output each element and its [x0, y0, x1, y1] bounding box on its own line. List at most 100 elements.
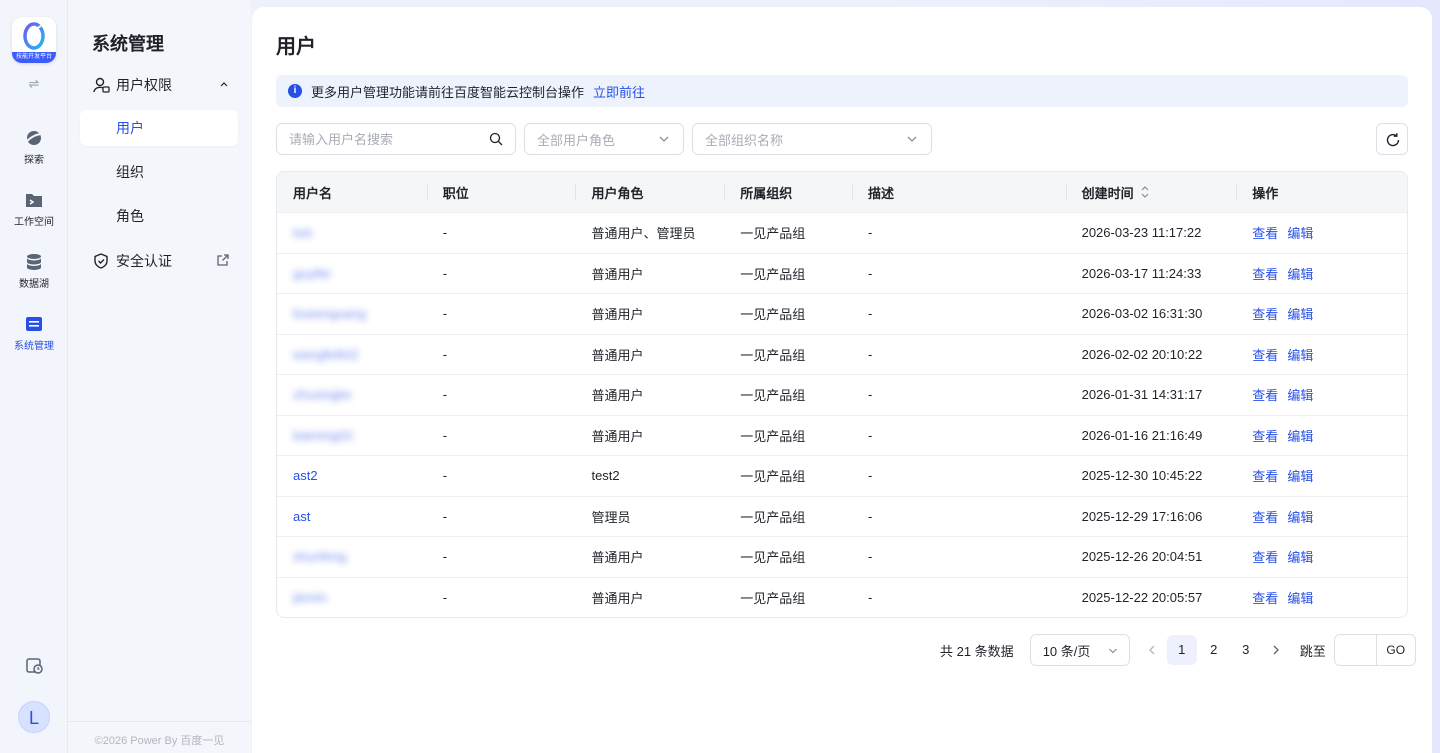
cell-position: - — [442, 427, 448, 443]
view-link[interactable]: 查看 — [1252, 588, 1278, 607]
notice-link[interactable]: 立即前往 — [593, 82, 645, 101]
history-icon[interactable] — [24, 655, 44, 675]
sort-icon[interactable] — [1140, 185, 1150, 199]
cell-username: liuwenguang — [277, 294, 427, 334]
edit-link[interactable]: 编辑 — [1287, 426, 1313, 445]
app-logo[interactable]: 技能开发平台 — [12, 17, 56, 63]
sidebar-group-user-permission[interactable]: 用户权限 — [80, 71, 238, 99]
cell-created: 2026-01-16 21:16:49 — [1081, 427, 1203, 443]
prev-page-button[interactable] — [1138, 635, 1166, 665]
edit-link[interactable]: 编辑 — [1287, 507, 1313, 526]
cell-desc: - — [867, 468, 873, 484]
view-link[interactable]: 查看 — [1252, 426, 1278, 445]
rail-item-datalake[interactable]: 数据湖 — [0, 252, 68, 290]
chevron-left-icon — [1148, 645, 1155, 655]
username-link[interactable]: baiming02 — [293, 428, 353, 443]
col-username: 用户名 — [293, 185, 333, 201]
go-button[interactable]: GO — [1375, 634, 1416, 666]
cell-desc: - — [867, 387, 873, 403]
chevron-up-icon[interactable] — [218, 78, 230, 90]
view-link[interactable]: 查看 — [1252, 223, 1278, 242]
chevron-down-icon — [1108, 648, 1117, 654]
cell-org: 一见产品组 — [740, 266, 806, 282]
view-link[interactable]: 查看 — [1252, 304, 1278, 323]
logo-mark-icon — [23, 22, 45, 50]
refresh-button[interactable] — [1376, 123, 1408, 155]
cell-created: 2026-01-31 14:31:17 — [1081, 387, 1203, 403]
jump-page-input[interactable] — [1333, 634, 1376, 666]
view-link[interactable]: 查看 — [1252, 547, 1278, 566]
search-icon[interactable] — [489, 132, 503, 146]
table-body: luis - 普通用户、管理员 一见产品组 -2026-03-23 11:17:22 查看… — [277, 212, 1407, 617]
table-row: liuwenguang - 普通用户 一见产品组 - 2026-03-02 16:31:3… — [277, 293, 1407, 334]
cell-actions: 查看 编辑 — [1236, 537, 1407, 577]
search-input[interactable] — [289, 131, 469, 147]
jump-label: 跳至 — [1299, 643, 1326, 659]
username-link[interactable]: luis — [293, 225, 313, 240]
sidebar-item-users[interactable]: 用户 — [80, 110, 238, 146]
cell-org: 一见产品组 — [740, 388, 806, 404]
rail-label-datalake: 数据湖 — [19, 279, 49, 290]
notice-text: 更多用户管理功能请前往百度智能云控制台操作 — [311, 84, 585, 100]
username-link[interactable]: liuwenguang — [293, 306, 366, 321]
sidebar-item-roles[interactable]: 角色 — [80, 198, 238, 234]
cell-role: 普通用户 — [591, 307, 644, 323]
username-link[interactable]: jiemin — [293, 590, 327, 605]
edit-link[interactable]: 编辑 — [1287, 304, 1313, 323]
view-link[interactable]: 查看 — [1252, 345, 1278, 364]
role-select[interactable]: 全部用户角色 — [524, 123, 684, 155]
sidebar-item-security[interactable]: 安全认证 — [80, 247, 238, 275]
cell-desc: - — [867, 306, 873, 322]
page-size-select[interactable]: 10 条/页 — [1029, 634, 1130, 666]
next-page-button[interactable] — [1262, 635, 1290, 665]
username-link[interactable]: shunfeng — [293, 549, 347, 564]
edit-link[interactable]: 编辑 — [1287, 385, 1313, 404]
cell-position: - — [442, 225, 448, 241]
rail-item-system[interactable]: 系统管理 — [0, 314, 68, 352]
cell-position: - — [442, 265, 448, 281]
page-3-button[interactable]: 3 — [1231, 635, 1261, 665]
cell-role: 普通用户 — [591, 266, 644, 282]
edit-link[interactable]: 编辑 — [1287, 223, 1313, 242]
table-row: jiemin - 普通用户 一见产品组 - 2025-12-22 20:05:57 查看 编辑 — [277, 576, 1407, 618]
cell-position: - — [442, 549, 448, 565]
cell-actions: 查看 编辑 — [1236, 254, 1407, 294]
view-link[interactable]: 查看 — [1252, 385, 1278, 404]
external-link-icon[interactable] — [216, 253, 230, 267]
cell-username: jiemin — [277, 578, 427, 618]
col-desc: 描述 — [851, 172, 1066, 212]
table-row: baiming02 - 普通用户 一见产品组 - 2026-01-16 21:16:49 查… — [277, 414, 1407, 456]
cell-actions: 查看 编辑 — [1236, 456, 1407, 496]
username-link[interactable]: ast2 — [293, 468, 318, 483]
edit-link[interactable]: 编辑 — [1287, 345, 1313, 364]
avatar[interactable]: L — [18, 701, 50, 733]
rail-item-workspace[interactable]: 工作空间 — [0, 190, 68, 228]
edit-link[interactable]: 编辑 — [1287, 588, 1313, 607]
cell-position: - — [442, 589, 448, 605]
search-field[interactable] — [276, 123, 516, 155]
swap-icon[interactable]: ⇌ — [26, 76, 42, 92]
table-header: 用户名 职位 用户角色 所属组织 描述 创建时间 操作 — [277, 172, 1407, 212]
notice-bar: i 更多用户管理功能请前往百度智能云控制台操作 立即前往 — [276, 75, 1408, 107]
org-select[interactable]: 全部组织名称 — [692, 123, 932, 155]
view-link[interactable]: 查看 — [1252, 466, 1278, 485]
edit-link[interactable]: 编辑 — [1287, 466, 1313, 485]
username-link[interactable]: wangfeifei2 — [293, 347, 359, 362]
page-2-button[interactable]: 2 — [1199, 635, 1229, 665]
col-created[interactable]: 创建时间 — [1065, 172, 1237, 212]
planet-icon — [25, 131, 43, 145]
username-link[interactable]: zhuxingke — [293, 387, 352, 402]
edit-link[interactable]: 编辑 — [1287, 264, 1313, 283]
sidebar-item-orgs[interactable]: 组织 — [80, 154, 238, 190]
view-link[interactable]: 查看 — [1252, 507, 1278, 526]
cell-position: - — [442, 508, 448, 524]
username-link[interactable]: guyifei — [293, 266, 331, 281]
username-link[interactable]: ast — [293, 509, 310, 524]
cell-username: ast — [277, 497, 427, 537]
view-link[interactable]: 查看 — [1252, 264, 1278, 283]
cell-desc: - — [867, 265, 873, 281]
cell-actions: 查看 编辑 — [1236, 294, 1407, 334]
edit-link[interactable]: 编辑 — [1287, 547, 1313, 566]
rail-item-explore[interactable]: 探索 — [0, 128, 68, 166]
page-1-button[interactable]: 1 — [1166, 635, 1197, 665]
